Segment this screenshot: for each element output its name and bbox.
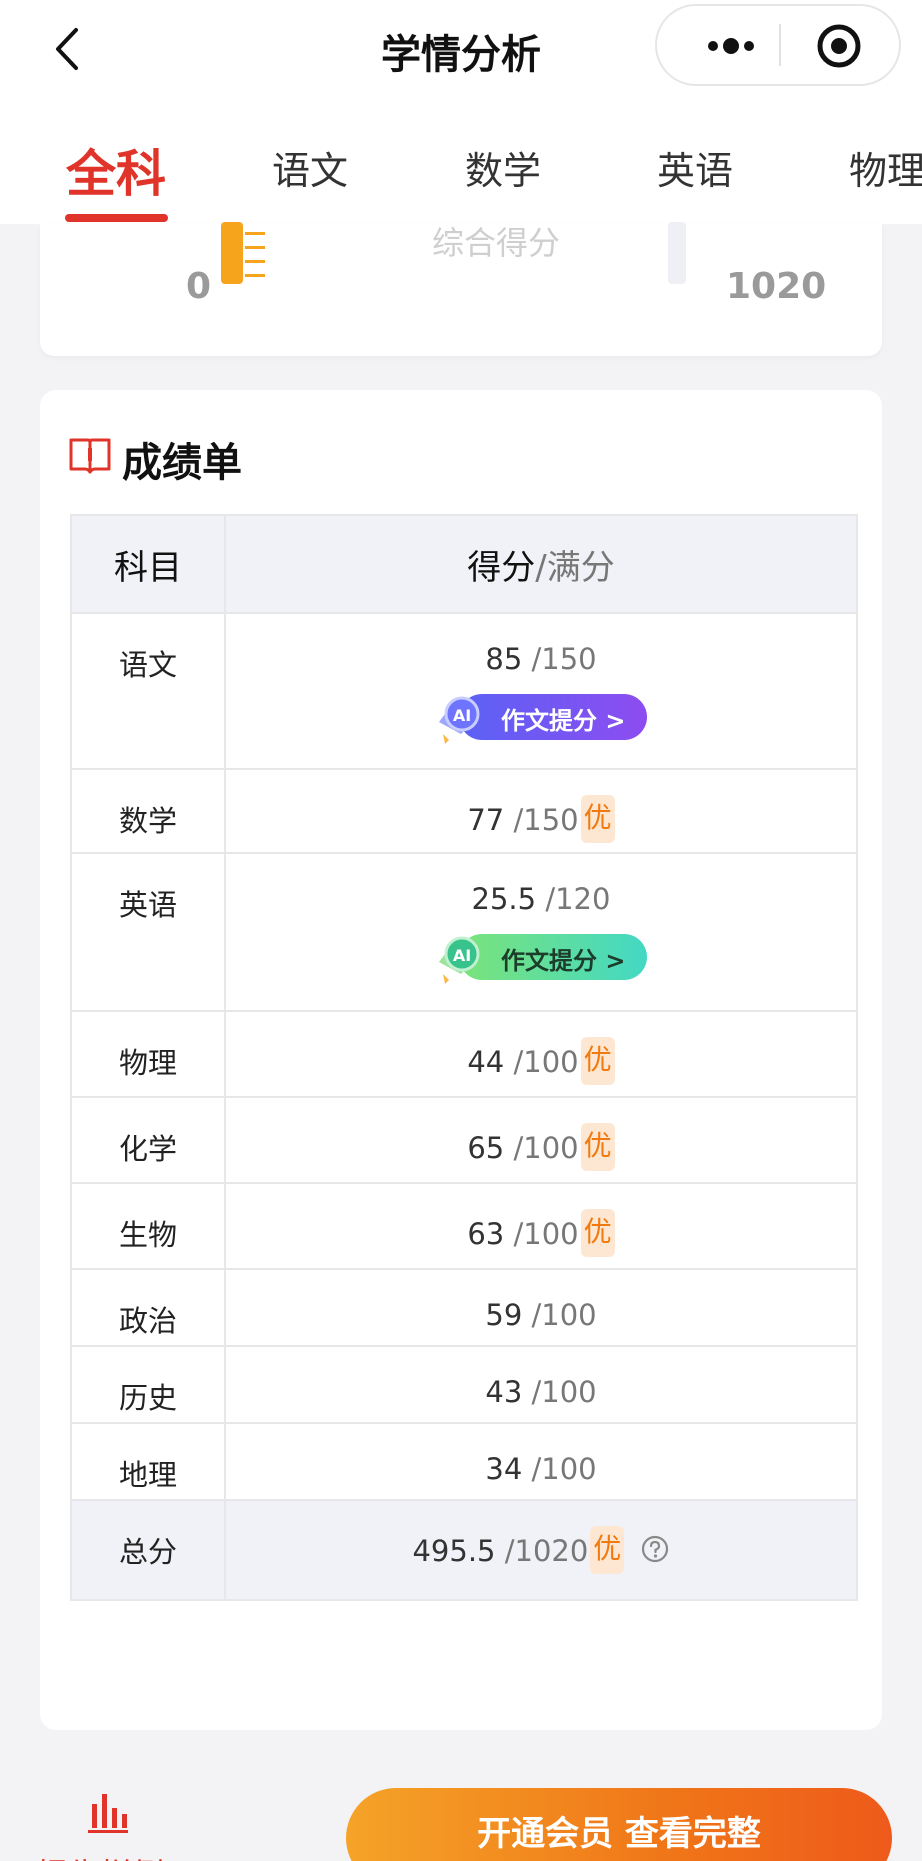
row-score: 65 /100 优 <box>224 1096 858 1184</box>
score-value: 25.5 <box>471 882 537 916</box>
tab-all[interactable]: 全科 <box>66 134 166 206</box>
mini-program-capsule <box>655 4 901 86</box>
row-score: 25.5 /120 AI 作文提分 > <box>224 852 858 1012</box>
ai-badge-icon: AI <box>439 696 480 744</box>
total-row: 总分 495.5 /1020 优 <box>70 1499 858 1601</box>
score-value: 63 <box>467 1217 505 1251</box>
ai-button-label: 作文提分 > <box>501 947 626 975</box>
header-score-label: 得分 <box>467 547 536 588</box>
tab-english[interactable]: 英语 <box>657 140 733 195</box>
score-full: /100 <box>513 1217 579 1251</box>
row-score: 34 /100 <box>224 1422 858 1501</box>
more-dots-icon[interactable] <box>677 6 777 84</box>
bar-chart-icon <box>88 1794 128 1833</box>
table-header-row: 科目 得分/满分 <box>70 514 858 614</box>
score-full: /100 <box>531 1452 597 1486</box>
row-subject: 历史 <box>70 1345 226 1424</box>
essay-boost-button-chinese[interactable]: AI 作文提分 > <box>431 688 651 748</box>
row-subject: 总分 <box>70 1499 226 1601</box>
row-score: 85 /150 AI 作文提分 > <box>224 612 858 770</box>
row-subject: 政治 <box>70 1268 226 1347</box>
report-title: 成绩单 <box>122 440 242 486</box>
row-score: 59 /100 <box>224 1268 858 1347</box>
excellent-badge: 优 <box>590 1526 625 1574</box>
essay-boost-button-english[interactable]: AI 作文提分 > <box>431 928 651 988</box>
row-subject: 化学 <box>70 1096 226 1184</box>
book-icon <box>69 438 111 474</box>
gauge-right-icon <box>668 222 686 284</box>
question-circle-icon[interactable] <box>640 1534 670 1564</box>
score-full: /100 <box>513 1131 579 1165</box>
nav-header: 学情分析 <box>0 0 922 100</box>
excellent-badge: 优 <box>580 1037 615 1085</box>
svg-text:AI: AI <box>453 706 471 725</box>
score-full: /150 <box>513 803 579 837</box>
row-subject: 语文 <box>70 612 226 770</box>
open-membership-label: 开通会员 查看完整 <box>477 1814 761 1854</box>
report-card: 成绩单 科目 得分/满分 语文 85 /150 AI 作文提分 > 数学 77 … <box>40 390 882 1730</box>
row-subject: 生物 <box>70 1182 226 1270</box>
table-row: 物理 44 /100 优 <box>70 1010 858 1098</box>
header-full-label: /满分 <box>535 547 615 588</box>
row-subject: 数学 <box>70 768 226 854</box>
tab-chinese[interactable]: 语文 <box>272 140 348 195</box>
header-score: 得分/满分 <box>224 514 858 614</box>
table-row: 历史 43 /100 <box>70 1345 858 1424</box>
score-value: 44 <box>467 1045 505 1079</box>
gauge-left-icon <box>221 222 265 284</box>
score-value: 34 <box>485 1452 523 1486</box>
excellent-badge: 优 <box>580 1209 615 1257</box>
row-score: 44 /100 优 <box>224 1010 858 1098</box>
report-sample-label: 报告样例 <box>36 1850 164 1861</box>
score-full: /100 <box>531 1298 597 1332</box>
tab-physics[interactable]: 物理 <box>849 140 922 195</box>
ai-button-label: 作文提分 > <box>501 707 626 735</box>
bottom-action-bar: 报告样例 开通会员 查看完整 <box>0 1760 922 1861</box>
score-full: /1020 <box>504 1534 589 1568</box>
row-score: 43 /100 <box>224 1345 858 1424</box>
score-min: 0 <box>186 266 212 307</box>
table-row: 英语 25.5 /120 AI 作文提分 > <box>70 852 858 1012</box>
score-value: 65 <box>467 1131 505 1165</box>
tab-active-indicator <box>65 214 168 222</box>
excellent-badge: 优 <box>580 795 615 843</box>
row-score: 63 /100 优 <box>224 1182 858 1270</box>
table-row: 政治 59 /100 <box>70 1268 858 1347</box>
open-membership-button[interactable]: 开通会员 查看完整 <box>346 1788 892 1861</box>
score-full: /150 <box>531 642 597 676</box>
tab-math[interactable]: 数学 <box>465 140 541 195</box>
score-value: 85 <box>485 642 523 676</box>
score-value: 77 <box>467 803 505 837</box>
capsule-divider <box>779 24 781 66</box>
row-subject: 物理 <box>70 1010 226 1098</box>
svg-text:AI: AI <box>453 946 471 965</box>
table-row: 数学 77 /150 优 <box>70 768 858 854</box>
score-table: 科目 得分/满分 语文 85 /150 AI 作文提分 > 数学 77 /150… <box>70 514 858 1601</box>
table-row: 语文 85 /150 AI 作文提分 > <box>70 612 858 770</box>
composite-score-label: 综合得分 <box>432 224 561 262</box>
composite-score-card: 综合得分 0 1020 <box>40 222 882 356</box>
score-max: 1020 <box>726 266 827 307</box>
report-sample-button[interactable]: 报告样例 <box>36 1790 186 1861</box>
table-row: 化学 65 /100 优 <box>70 1096 858 1184</box>
score-full: /120 <box>545 882 611 916</box>
score-value: 59 <box>485 1298 523 1332</box>
row-score: 495.5 /1020 优 <box>224 1499 858 1601</box>
table-row: 生物 63 /100 优 <box>70 1182 858 1270</box>
row-score: 77 /150 优 <box>224 768 858 854</box>
score-full: /100 <box>531 1375 597 1409</box>
page: 学情分析 全科 语文 数学 英语 物理 综合得分 0 1020 成绩单 科目 得… <box>0 0 922 1861</box>
target-circle-icon[interactable] <box>797 6 887 84</box>
row-subject: 英语 <box>70 852 226 1012</box>
excellent-badge: 优 <box>580 1123 615 1171</box>
score-value: 43 <box>485 1375 523 1409</box>
subject-tabs: 全科 语文 数学 英语 物理 <box>0 100 922 224</box>
score-value: 495.5 <box>412 1534 496 1568</box>
header-subject: 科目 <box>70 514 226 614</box>
row-subject: 地理 <box>70 1422 226 1501</box>
table-row: 地理 34 /100 <box>70 1422 858 1501</box>
score-full: /100 <box>513 1045 579 1079</box>
ai-badge-icon: AI <box>439 936 480 984</box>
